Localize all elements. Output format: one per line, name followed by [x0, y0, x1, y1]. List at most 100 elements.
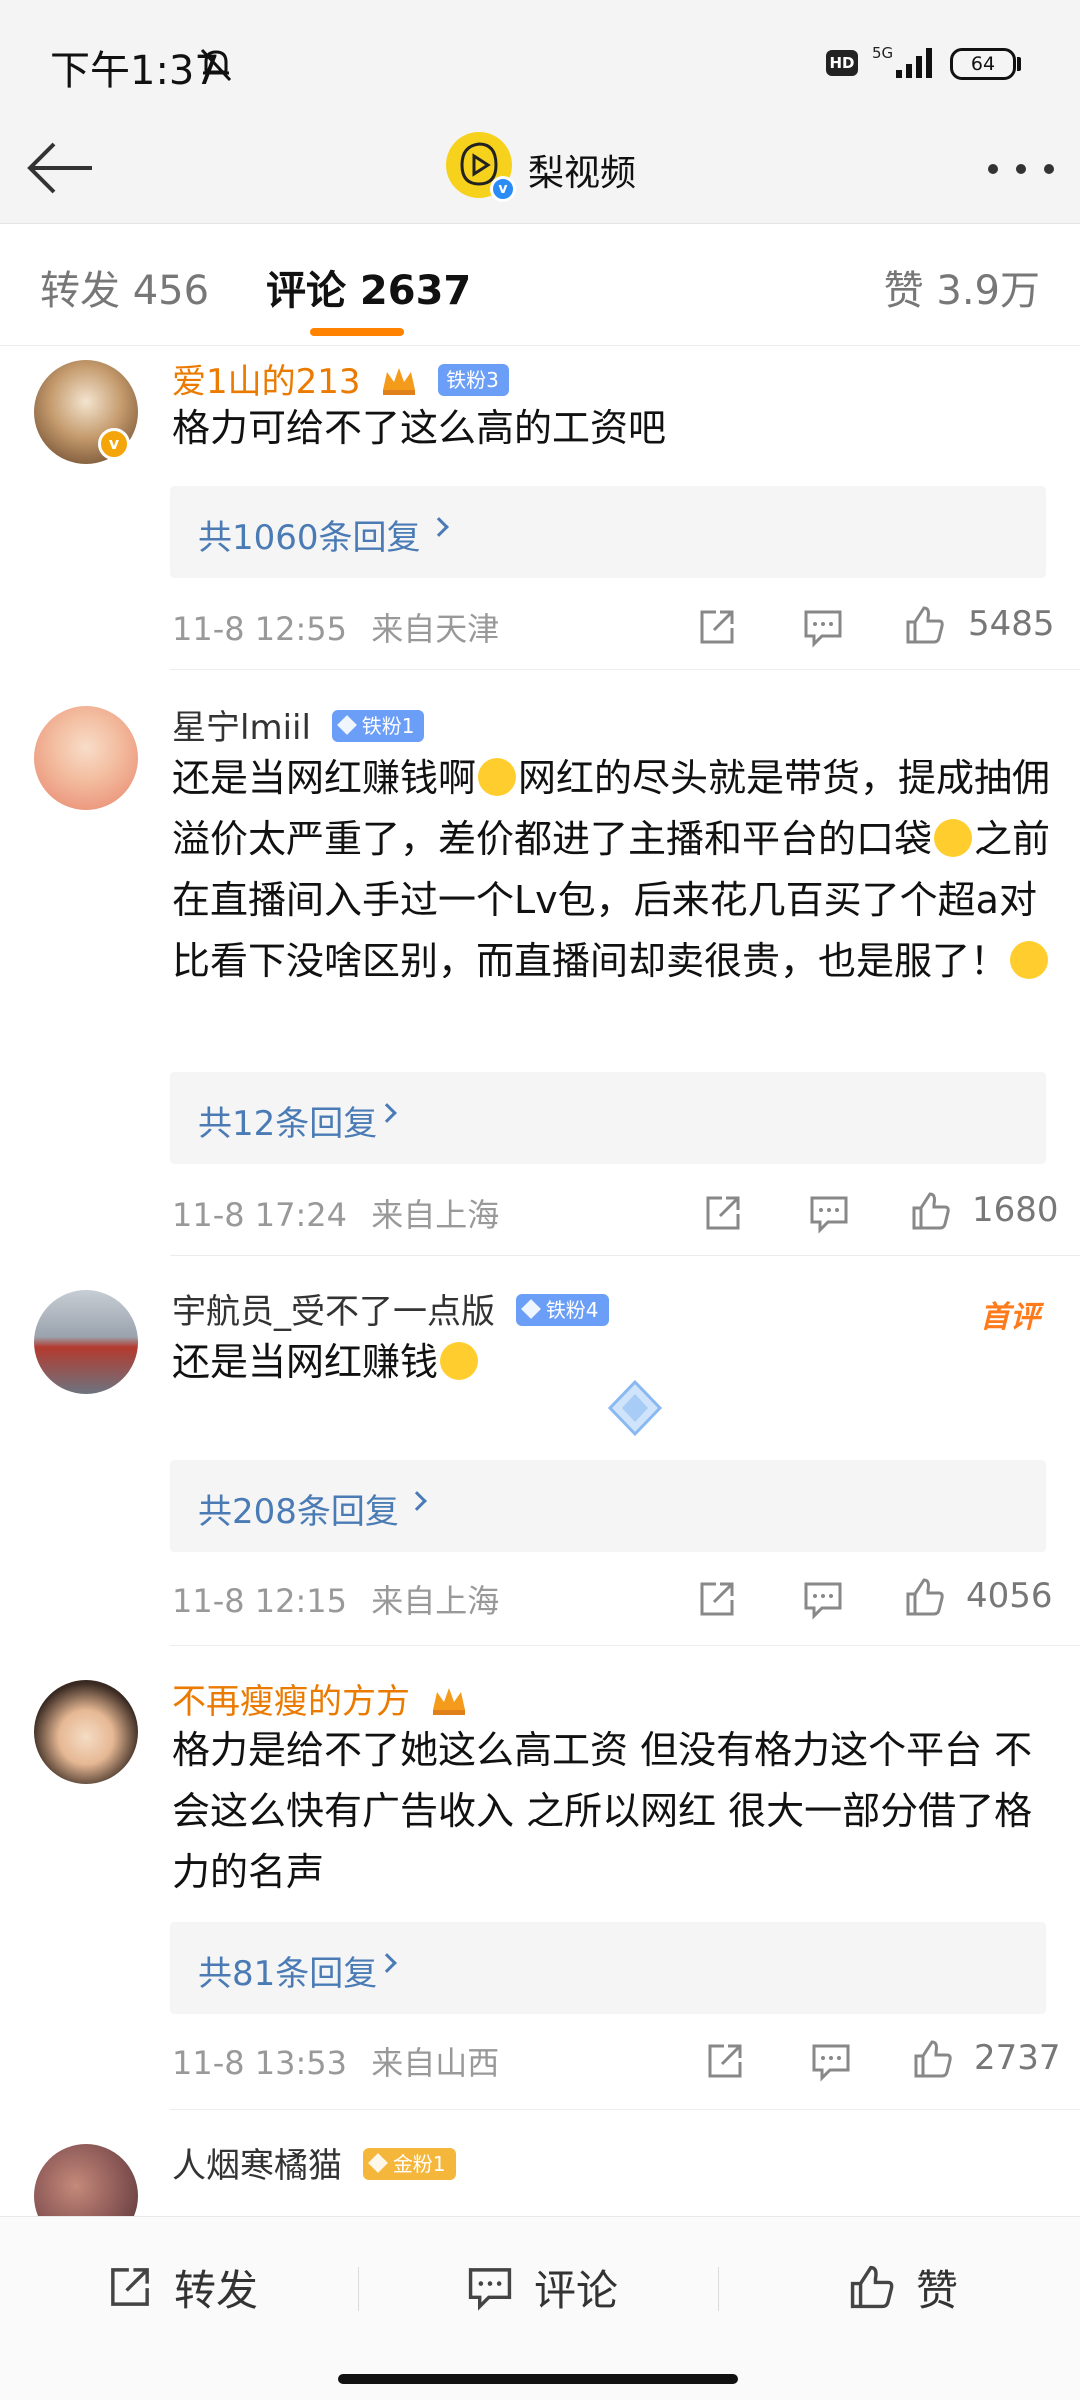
username-text[interactable]: 不再瘦瘦的方方	[172, 1682, 410, 1722]
thumbs-up-icon[interactable]	[912, 2038, 954, 2080]
comment-icon[interactable]	[802, 1578, 844, 1620]
repost-button[interactable]: 转发	[106, 2217, 258, 2357]
crown-icon	[432, 1687, 465, 1715]
thumbs-up-icon[interactable]	[904, 1576, 946, 1618]
like-count: 5485	[968, 604, 1055, 644]
tab-comments[interactable]: 评论 2637	[266, 258, 471, 316]
signal-icon	[896, 48, 932, 78]
comment-time: 11-8 12:15	[172, 1582, 348, 1620]
divider	[718, 2267, 719, 2311]
comment-icon[interactable]	[802, 606, 844, 648]
comment-item: 不再瘦瘦的方方 格力是给不了她这么高工资 但没有格力这个平台 不会这么快有广告收…	[0, 1646, 1080, 2110]
avatar[interactable]	[34, 2144, 138, 2216]
like-button[interactable]: 赞	[848, 2217, 958, 2357]
bell-off-icon	[200, 48, 232, 82]
channel-name[interactable]: 梨视频	[528, 144, 636, 196]
comment-username[interactable]: 不再瘦瘦的方方	[172, 1674, 467, 1723]
fan-badge: 铁粉4	[515, 1293, 609, 1326]
comment-icon[interactable]	[808, 1192, 850, 1234]
avatar[interactable]	[34, 706, 138, 810]
laugh-cry-emoji-icon	[478, 757, 517, 796]
bottom-action-bar: 转发 评论 赞	[0, 2216, 1080, 2356]
comment-username[interactable]: 人烟寒橘猫 金粉1	[172, 2138, 456, 2187]
share-icon[interactable]	[704, 2040, 746, 2082]
replies-label: 共12条回复	[198, 1104, 378, 1144]
share-icon	[111, 2268, 149, 2306]
replies-link[interactable]: 共1060条回复	[170, 486, 1046, 578]
comment-username[interactable]: 爱1山的213 铁粉3	[172, 354, 509, 403]
comment-meta: 11-8 17:24 来自上海	[172, 1190, 499, 1236]
crown-icon	[383, 367, 416, 395]
replies-link[interactable]: 共12条回复	[170, 1072, 1046, 1164]
replies-link[interactable]: 共208条回复	[170, 1460, 1046, 1552]
thumbs-up-icon[interactable]	[910, 1190, 952, 1232]
tab-likes[interactable]: 赞 3.9万	[884, 258, 1040, 316]
share-icon[interactable]	[696, 1578, 738, 1620]
chevron-right-icon	[377, 1953, 397, 1973]
comment-time: 11-8 12:55	[172, 610, 348, 648]
status-bar: 下午1:37 HD 5G 64	[0, 0, 1080, 110]
tab-repost[interactable]: 转发 456	[40, 258, 209, 316]
hd-badge: HD	[826, 50, 858, 76]
comment-username[interactable]: 星宁lmiil 铁粉1	[172, 700, 425, 749]
back-arrow-icon[interactable]	[24, 132, 96, 204]
username-text[interactable]: 宇航员_受不了一点版	[172, 1292, 495, 1332]
divider	[358, 2267, 359, 2311]
username-text[interactable]: 人烟寒橘猫	[172, 2146, 342, 2186]
battery-indicator: 64	[950, 48, 1016, 80]
like-count: 4056	[966, 1576, 1053, 1616]
fan-badge: 铁粉1	[331, 709, 425, 742]
laugh-cry-emoji-icon	[1010, 940, 1049, 979]
comment-meta: 11-8 12:15 来自上海	[172, 1576, 499, 1622]
comment-time: 11-8 13:53	[172, 2044, 348, 2082]
comment-text: 还是当网红赚钱啊 网红的尽头就是带货，提成抽佣溢价太严重了，差价都进了主播和平台的…	[172, 756, 1051, 983]
comment-text: 格力是给不了她这么高工资 但没有格力这个平台 不会这么快有广告收入 之所以网红 …	[172, 1728, 1033, 1894]
status-time: 下午1:37	[50, 48, 220, 94]
diamond-decoration-icon	[607, 1379, 663, 1437]
replies-link[interactable]: 共81条回复	[170, 1922, 1046, 2014]
username-text[interactable]: 爱1山的213	[172, 362, 361, 402]
comment-meta: 11-8 13:53 来自山西	[172, 2038, 499, 2084]
comment-location: 来自上海	[371, 1196, 500, 1234]
comment-location: 来自上海	[371, 1582, 500, 1620]
chevron-right-icon	[377, 1103, 397, 1123]
thumbs-up-icon	[850, 2265, 894, 2309]
comment-username[interactable]: 宇航员_受不了一点版 铁粉4	[172, 1284, 609, 1333]
comment-item: 星宁lmiil 铁粉1 还是当网红赚钱啊 网红的尽头就是带货，提成抽佣溢价太严重了…	[0, 670, 1080, 1256]
nav-bar: v 梨视频	[0, 110, 1080, 224]
home-indicator[interactable]	[338, 2374, 738, 2384]
thumbs-up-icon[interactable]	[904, 604, 946, 646]
chevron-right-icon	[407, 1491, 427, 1511]
more-icon[interactable]	[986, 162, 1056, 176]
share-icon[interactable]	[702, 1192, 744, 1234]
like-label: 赞	[916, 2265, 959, 2315]
comment-item: 宇航员_受不了一点版 铁粉4 首评 还是当网红赚钱 共208条回复 11-8 1…	[0, 1256, 1080, 1646]
battery-tip	[1017, 57, 1021, 71]
username-text[interactable]: 星宁lmiil	[172, 708, 311, 748]
avatar[interactable]	[34, 1290, 138, 1394]
verified-badge-icon: v	[98, 428, 130, 460]
comment-time: 11-8 17:24	[172, 1196, 348, 1234]
active-tab-indicator	[310, 328, 404, 336]
verified-badge-icon: v	[490, 176, 516, 202]
share-icon[interactable]	[696, 606, 738, 648]
laugh-cry-emoji-icon	[440, 1341, 479, 1380]
like-count: 1680	[972, 1190, 1059, 1230]
comment-location: 来自山西	[371, 2044, 500, 2082]
comment-meta: 11-8 12:55 来自天津	[172, 604, 499, 650]
avatar[interactable]	[34, 1680, 138, 1784]
replies-label: 共1060条回复	[198, 518, 421, 558]
chevron-right-icon	[429, 517, 449, 537]
comment-icon[interactable]	[810, 2040, 852, 2082]
like-count: 2737	[974, 2038, 1061, 2078]
first-comment-badge: 首评	[980, 1300, 1040, 1335]
comment-text: 格力可给不了这么高的工资吧	[172, 406, 667, 450]
fan-badge: 金粉1	[362, 2147, 456, 2180]
replies-label: 共208条回复	[198, 1492, 399, 1532]
comment-label: 评论	[534, 2265, 619, 2315]
tab-bar: 转发 456 评论 2637 赞 3.9万	[0, 224, 1080, 346]
replies-label: 共81条回复	[198, 1954, 378, 1994]
comment-icon	[468, 2268, 512, 2311]
comment-button[interactable]: 评论	[466, 2217, 618, 2357]
comment-location: 来自天津	[371, 610, 500, 648]
